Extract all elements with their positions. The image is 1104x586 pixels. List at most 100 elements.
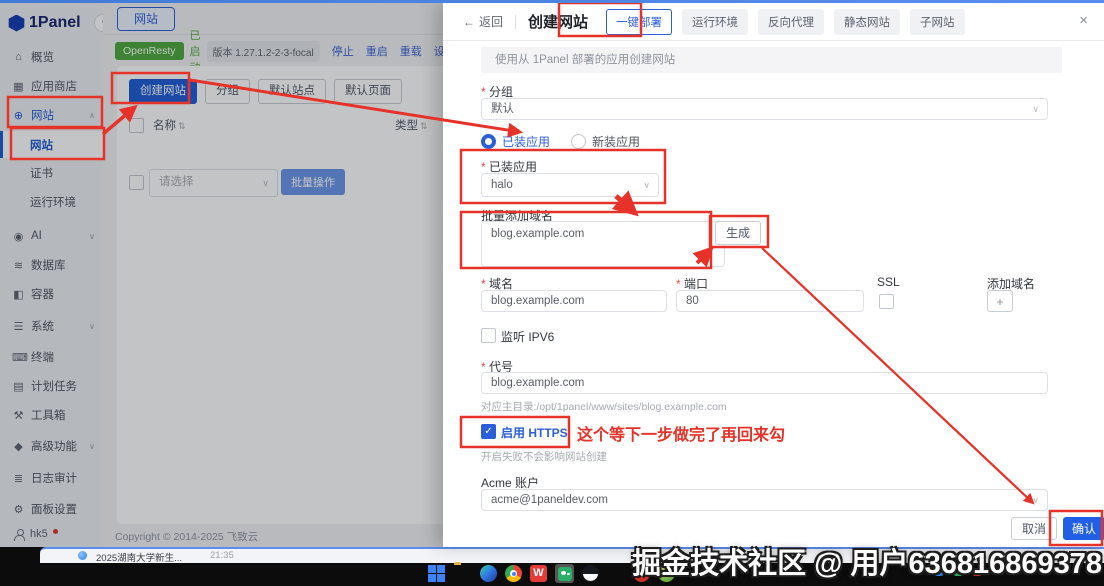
sidebar-item-label: 运行环境 (30, 197, 76, 209)
installed-app-select[interactable]: halo ∨ (481, 173, 659, 197)
batch-domain-textarea[interactable]: blog.example.com (481, 221, 725, 267)
system-icon: ☰ (13, 320, 24, 333)
batch-action-select[interactable]: 请选择 ∨ (149, 169, 278, 197)
window-top-edge (0, 0, 1104, 3)
logo: 1Panel (8, 11, 81, 35)
port-input[interactable] (676, 290, 864, 312)
sidebar-item-label: 高级功能 (31, 441, 77, 453)
select-all-checkbox[interactable] (129, 118, 144, 133)
notification-dot (52, 528, 58, 534)
chrome-browser-icon[interactable] (505, 565, 522, 582)
back-arrow-icon: ← (463, 14, 475, 29)
sidebar-item-panel-settings[interactable]: ⚙ 面板设置 (0, 497, 103, 521)
appstore-icon: ▦ (13, 80, 24, 93)
default-page-button[interactable]: 默认页面 (334, 79, 402, 104)
tab-sub-site[interactable]: 子网站 (910, 8, 965, 35)
sidebar-item-logs[interactable]: ≣ 日志审计 (0, 466, 103, 490)
sidebar-item-overview[interactable]: ⌂ 概览 (0, 45, 103, 69)
sidebar-item-cronjob[interactable]: ▤ 计划任务 (0, 374, 103, 398)
default-site-button[interactable]: 默认站点 (258, 79, 326, 104)
radio-selected-icon (481, 134, 496, 149)
sidebar-item-label: 容器 (31, 289, 54, 301)
tab-one-click-deploy[interactable]: 一键部署 (606, 8, 673, 35)
wechat-icon (557, 566, 572, 581)
tab-reverse-proxy[interactable]: 反向代理 (758, 8, 825, 35)
website-icon: ⊕ (13, 109, 24, 122)
container-icon: ◧ (13, 288, 24, 301)
generate-button[interactable]: 生成 (715, 221, 761, 245)
column-header-type[interactable]: 类型 ⇅ (395, 117, 428, 133)
https-helper-text: 开启失败不会影响网站创建 (481, 451, 607, 463)
add-domain-button[interactable]: + (987, 290, 1013, 312)
column-header-name[interactable]: 名称 ⇅ (153, 117, 186, 133)
create-website-button[interactable]: 创建网站 (129, 79, 197, 104)
sidebar-item-label: 日志审计 (31, 473, 77, 485)
cancel-button[interactable]: 取消 (1011, 517, 1057, 540)
advanced-icon: ◆ (14, 440, 23, 453)
windows-start-icon[interactable] (428, 564, 446, 583)
sidebar-item-database[interactable]: ≋ 数据库 (0, 253, 103, 277)
wechat-active-highlight[interactable] (555, 564, 574, 583)
tab-runtime[interactable]: 运行环境 (682, 8, 749, 35)
stop-link[interactable]: 停止 (332, 43, 354, 59)
batch-operate-button[interactable]: 批量操作 (281, 169, 345, 195)
group-button[interactable]: 分组 (205, 79, 250, 104)
ssl-checkbox[interactable] (879, 294, 894, 309)
sidebar-item-label: 数据库 (31, 260, 66, 272)
sidebar-item-label: 网站 (31, 110, 54, 122)
chevron-down-icon: ∨ (89, 441, 95, 451)
terminal-icon: ⌨ (12, 351, 28, 364)
sidebar-item-system[interactable]: ☰ 系统 ∨ (0, 314, 103, 338)
sidebar-item-toolbox[interactable]: ⚒ 工具箱 (0, 403, 103, 427)
ipv6-label: 监听 IPV6 (501, 330, 555, 344)
acme-select[interactable]: acme@1paneldev.com ∨ (481, 489, 1048, 511)
openresty-button[interactable]: OpenResty (115, 42, 184, 60)
username: hk5 (30, 528, 48, 540)
sidebar-item-container[interactable]: ◧ 容器 (0, 282, 103, 306)
tab-website[interactable]: 网站 (117, 7, 176, 31)
alias-input[interactable] (481, 372, 1048, 394)
file-explorer-icon[interactable] (454, 565, 472, 583)
restart-link[interactable]: 重启 (366, 43, 388, 59)
sidebar-item-appstore[interactable]: ▦ 应用商店 (0, 74, 103, 98)
1panel-app: 1Panel ‹ ⌂ 概览 ▦ 应用商店 ⊕ 网站 ∧ 网站 证书 (0, 3, 1104, 547)
reload-link[interactable]: 重载 (400, 43, 422, 59)
wps-office-icon[interactable]: W (530, 565, 547, 582)
website-list-card: 创建网站 分组 默认站点 默认页面 名称 ⇅ 类型 ⇅ 请选择 ∨ 批量操作 (117, 66, 443, 524)
https-checkbox[interactable]: ✓ (481, 424, 496, 439)
sidebar-item-label: 网站 (30, 139, 53, 152)
edge-browser-icon[interactable] (480, 565, 497, 582)
ssl-label: SSL (877, 275, 900, 289)
confirm-button[interactable]: 确认 (1063, 517, 1104, 540)
sidebar-item-advanced[interactable]: ◆ 高级功能 ∨ (0, 434, 103, 458)
sidebar-item-ai[interactable]: ◉ AI ∨ (0, 224, 103, 248)
toolbox-icon: ⚒ (13, 409, 24, 422)
sidebar-item-label: 概览 (31, 52, 54, 64)
sidebar-item-terminal[interactable]: ⌨ 终端 (0, 345, 103, 369)
group-select[interactable]: 默认 ∨ (481, 98, 1048, 120)
screen: 1Panel ‹ ⌂ 概览 ▦ 应用商店 ⊕ 网站 ∧ 网站 证书 (0, 0, 1104, 586)
openresty-status-bar: OpenResty 已启动 版本 1.27.1.2-2-3-focal 停止 重… (115, 30, 456, 74)
domain-input[interactable] (481, 290, 667, 312)
back-button[interactable]: ← 返回 (463, 13, 503, 30)
chevron-up-icon: ∧ (89, 110, 95, 120)
qq-icon[interactable] (582, 565, 599, 582)
1panel-logo-icon (8, 14, 25, 32)
radio-installed-app[interactable]: 已装应用 (481, 133, 550, 150)
user-menu[interactable]: hk5 (14, 528, 58, 541)
watermark-text: 掘金技术社区 @ 用户636816869378 (632, 548, 1102, 580)
ipv6-checkbox[interactable] (481, 328, 496, 343)
security-shield-icon[interactable] (607, 565, 625, 583)
window-time: 21:35 (210, 550, 234, 561)
user-icon (14, 528, 25, 541)
handwritten-note: 这个等下一步做完了再回来勾 (577, 427, 786, 444)
batch-checkbox[interactable] (129, 175, 144, 190)
sidebar-item-website[interactable]: ⊕ 网站 ∧ (0, 103, 103, 127)
close-icon[interactable]: × (1079, 12, 1088, 29)
sidebar-item-label: 工具箱 (31, 410, 66, 422)
tab-static-site[interactable]: 静态网站 (834, 8, 901, 35)
chevron-down-icon: ∨ (1032, 495, 1039, 505)
radio-new-app[interactable]: 新装应用 (571, 133, 640, 150)
sidebar-item-label: 计划任务 (31, 381, 77, 393)
drawer-title: 创建网站 (528, 14, 589, 31)
